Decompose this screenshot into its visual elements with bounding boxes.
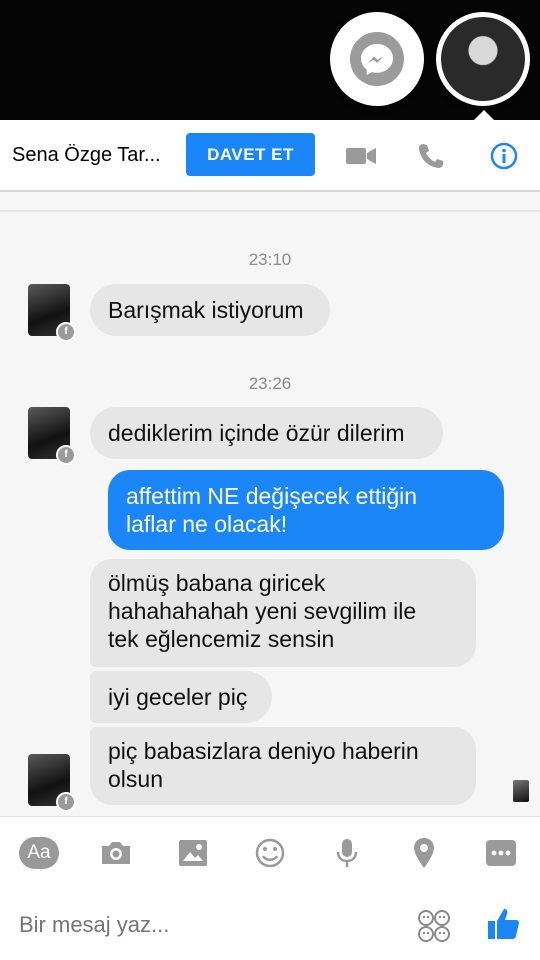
composer — [0, 888, 540, 960]
message-bubble-incoming[interactable]: piç babasizlara deniyo haberin olsun — [90, 727, 476, 805]
message-line: hahahahahah yeni sevgilim ile — [108, 598, 417, 624]
info-icon[interactable] — [487, 141, 521, 171]
more-icon[interactable] — [483, 837, 519, 869]
message-line: affettim NE değişecek ettiğin — [126, 483, 418, 509]
facebook-badge-icon: f — [56, 445, 76, 465]
composer-toolbar: Aa — [0, 816, 540, 889]
profile-chathead[interactable] — [436, 12, 530, 106]
messenger-icon — [350, 32, 404, 86]
message-line: laflar ne olacak! — [126, 511, 288, 537]
camera-icon[interactable] — [98, 837, 134, 869]
chathead-pointer — [474, 110, 494, 120]
divider — [0, 210, 540, 212]
microphone-icon[interactable] — [329, 837, 365, 869]
messenger-chathead[interactable] — [330, 12, 424, 106]
location-icon[interactable] — [406, 837, 442, 869]
invite-button[interactable]: DAVET ET — [186, 133, 315, 176]
message-list[interactable]: 23:10 f Barışmak istiyorum 23:26 f dedik… — [0, 192, 540, 816]
contact-name[interactable]: Sena Özge Tar... — [12, 144, 172, 167]
message-line: olsun — [108, 766, 163, 792]
read-receipt-avatar — [513, 780, 529, 802]
phone-icon[interactable] — [415, 141, 449, 171]
timestamp: 23:10 — [248, 250, 292, 269]
avatar[interactable]: f — [28, 407, 76, 465]
profile-photo — [441, 17, 525, 101]
facebook-badge-icon: f — [56, 792, 76, 812]
avatar[interactable]: f — [28, 754, 76, 812]
facebook-badge-icon: f — [56, 322, 76, 342]
sticker-icon[interactable] — [416, 908, 452, 944]
like-icon[interactable] — [486, 906, 522, 942]
message-bubble-incoming[interactable]: ölmüş babana giricek hahahahahah yeni se… — [90, 559, 476, 667]
message-input[interactable] — [19, 912, 399, 938]
message-line: ölmüş babana giricek — [108, 570, 326, 596]
message-bubble-incoming[interactable]: Barışmak istiyorum — [90, 284, 330, 336]
image-icon[interactable] — [175, 837, 211, 869]
emoji-icon[interactable] — [252, 837, 288, 869]
text-format-button[interactable]: Aa — [19, 837, 59, 869]
conversation-header: Sena Özge Tar... DAVET ET — [0, 120, 540, 192]
message-bubble-incoming[interactable]: dediklerim içinde özür dilerim — [90, 407, 443, 459]
message-line: piç babasizlara deniyo haberin — [108, 738, 419, 764]
timestamp: 23:26 — [248, 374, 292, 393]
message-line: tek eğlencemiz sensin — [108, 626, 335, 652]
message-bubble-outgoing[interactable]: affettim NE değişecek ettiğin laflar ne … — [108, 470, 504, 550]
message-bubble-incoming[interactable]: iyi geceler piç — [90, 671, 272, 723]
avatar[interactable]: f — [28, 284, 76, 342]
video-call-icon[interactable] — [344, 141, 378, 171]
